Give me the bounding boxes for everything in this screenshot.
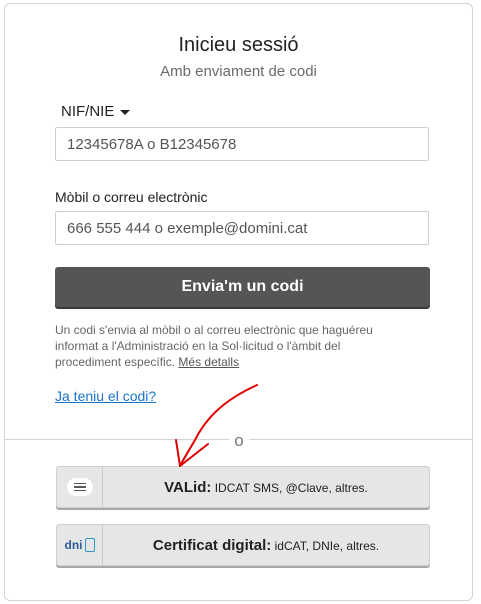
certificate-label: Certificat digital: (152, 536, 272, 554)
page-subtitle: Amb enviament de codi (160, 63, 317, 80)
login-card: Inicieu sessió Amb enviament de codi NIF… (4, 3, 473, 601)
more-details-link[interactable]: Més detalls (178, 355, 239, 369)
id-type-label: NIF/NIE (61, 103, 115, 120)
contact-label: Mòbil o correu electrònic (55, 189, 208, 205)
valid-login-button[interactable]: VALid: IDCAT SMS, @Clave, altres. (56, 466, 430, 508)
valid-label: VALid: (164, 478, 212, 496)
send-code-button[interactable]: Envia'm un codi (55, 267, 430, 307)
dni-icon: dni (57, 525, 103, 565)
id-input[interactable] (55, 127, 429, 161)
chat-bubble-icon (57, 467, 103, 507)
page-title: Inicieu sessió (178, 34, 299, 56)
contact-input[interactable] (55, 211, 429, 245)
certificate-detail: idCAT, DNIe, altres. (274, 538, 380, 553)
info-text: Un codi s'envia al mòbil o al correu ele… (55, 323, 373, 369)
have-code-link[interactable]: Ja teniu el codi? (55, 388, 156, 404)
certificate-login-button[interactable]: dni Certificat digital: idCAT, DNIe, alt… (56, 524, 430, 566)
caret-down-icon (120, 110, 131, 115)
id-type-dropdown[interactable]: NIF/NIE (61, 103, 131, 120)
or-separator: o (229, 431, 249, 451)
valid-detail: IDCAT SMS, @Clave, altres. (214, 480, 368, 495)
